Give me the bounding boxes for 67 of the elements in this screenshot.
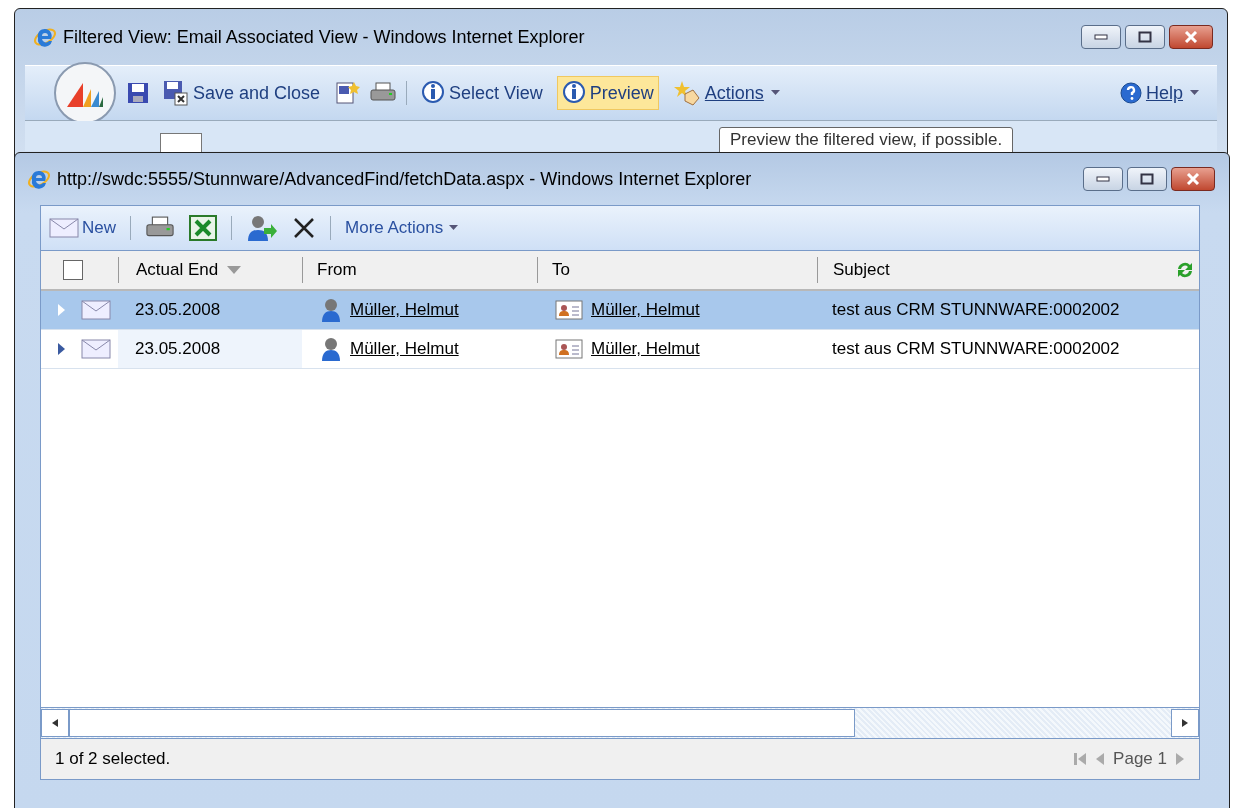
minimize-button[interactable] — [1083, 167, 1123, 191]
right-arrow-icon — [1181, 718, 1189, 728]
assign-user-icon[interactable] — [246, 214, 278, 242]
grid-row[interactable]: 23.05.2008 Müller, Helmut Müller, Helmut test aus CRM STUNNWARE:0002002 — [41, 291, 1199, 330]
document-icon[interactable] — [334, 80, 361, 106]
window-title: Filtered View: Email Associated View - Windows Internet Explorer — [63, 26, 585, 48]
close-button[interactable] — [1171, 167, 1215, 191]
caret-icon — [1190, 90, 1199, 96]
column-header[interactable]: From — [317, 260, 357, 280]
person-icon — [320, 297, 342, 323]
expand-arrow-icon[interactable] — [55, 341, 67, 357]
contact-card-icon — [555, 299, 583, 321]
maximize-icon — [1138, 31, 1152, 43]
caret-icon — [770, 90, 780, 96]
save-and-close-button[interactable]: Save and Close — [159, 77, 325, 109]
envelope-icon — [49, 218, 79, 238]
close-icon — [1185, 173, 1201, 185]
column-header[interactable]: Subject — [833, 260, 890, 280]
info-icon — [421, 80, 446, 106]
minimize-button[interactable] — [1081, 25, 1121, 49]
window-title: http://swdc:5555/Stunnware/AdvancedFind/fetchData.aspx - Windows Internet Explorer — [57, 168, 752, 190]
maximize-button[interactable] — [1125, 25, 1165, 49]
left-arrow-icon — [51, 718, 59, 728]
spreadsheet-icon[interactable] — [189, 215, 217, 241]
recipient-link[interactable]: Müller, Helmut — [591, 339, 700, 359]
maximize-button[interactable] — [1127, 167, 1167, 191]
status-text: 1 of 2 selected. — [55, 749, 171, 769]
more-actions-menu[interactable]: More Actions — [345, 218, 459, 238]
recipient-link[interactable]: Müller, Helmut — [591, 300, 700, 320]
info-icon — [561, 80, 586, 106]
minimize-icon — [1094, 34, 1108, 40]
contact-card-icon — [555, 338, 583, 360]
sender-link[interactable]: Müller, Helmut — [350, 300, 459, 320]
scroll-left-button[interactable] — [41, 709, 69, 737]
select-view-button[interactable]: Select View — [417, 77, 547, 109]
delete-icon[interactable] — [292, 216, 316, 240]
new-button[interactable]: New — [49, 218, 116, 238]
envelope-icon — [81, 300, 111, 320]
subject-cell: test aus CRM STUNNWARE:0002002 — [832, 300, 1120, 320]
column-header[interactable]: Actual End — [136, 260, 219, 280]
help-menu[interactable]: Help — [1115, 79, 1203, 107]
scrollbar-thumb[interactable] — [69, 709, 855, 737]
browser-icon — [27, 167, 51, 191]
actions-menu[interactable]: Actions — [668, 77, 784, 109]
person-icon — [320, 336, 342, 362]
refresh-icon[interactable] — [1175, 260, 1195, 280]
grid-row[interactable]: 23.05.2008 Müller, Helmut Müller, Helmut test aus CRM STUNNWARE:0002002 — [41, 330, 1199, 369]
scroll-right-button[interactable] — [1171, 709, 1199, 737]
envelope-icon — [81, 339, 111, 359]
close-button[interactable] — [1169, 25, 1213, 49]
maximize-icon — [1140, 173, 1154, 185]
close-icon — [1183, 31, 1199, 43]
date-cell: 23.05.2008 — [135, 300, 221, 320]
minimize-icon — [1096, 176, 1110, 182]
sender-link[interactable]: Müller, Helmut — [350, 339, 459, 359]
preview-button[interactable]: Preview — [556, 76, 659, 110]
help-icon — [1119, 82, 1142, 104]
date-cell: 23.05.2008 — [135, 339, 221, 359]
subject-cell: test aus CRM STUNNWARE:0002002 — [832, 339, 1120, 359]
select-all-checkbox[interactable] — [63, 260, 83, 280]
save-icon[interactable] — [127, 82, 149, 104]
page-label: Page 1 — [1113, 749, 1167, 769]
column-header[interactable]: To — [552, 260, 570, 280]
print-icon[interactable] — [370, 82, 397, 104]
caret-icon — [449, 225, 459, 231]
browser-icon — [33, 25, 57, 49]
save-close-icon — [163, 80, 189, 106]
